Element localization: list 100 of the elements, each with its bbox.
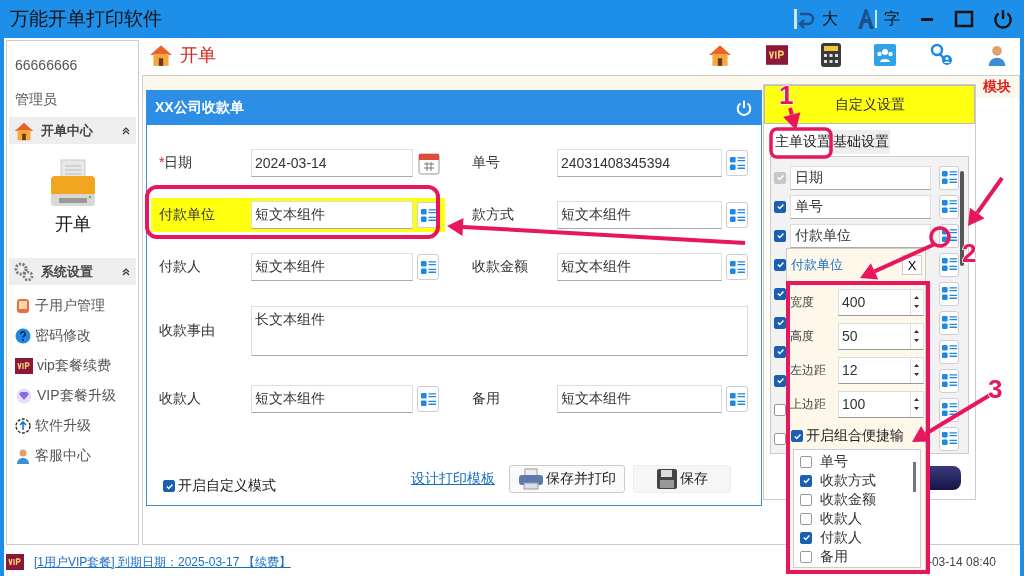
number-field[interactable]: 100 xyxy=(838,390,924,418)
list-icon xyxy=(940,227,958,244)
options-button[interactable] xyxy=(726,386,748,412)
options-button[interactable] xyxy=(939,281,959,306)
checkbox[interactable] xyxy=(800,474,812,487)
checkbox[interactable] xyxy=(163,480,175,492)
options-button[interactable] xyxy=(939,165,959,190)
number-field[interactable]: 12 xyxy=(838,356,924,384)
option-label: 收款人 xyxy=(820,509,862,528)
checkbox[interactable] xyxy=(774,374,786,387)
calculator-icon[interactable] xyxy=(821,43,841,67)
window-title: 万能开单打印软件 xyxy=(10,7,163,31)
text-field[interactable]: 短文本组件 xyxy=(557,253,722,281)
scrollbar[interactable] xyxy=(913,462,916,492)
section-header[interactable]: 系统设置 xyxy=(9,258,136,285)
field-label: 高度 xyxy=(790,327,815,345)
close-button[interactable]: X xyxy=(902,255,922,275)
options-button[interactable] xyxy=(939,194,959,219)
collapse-icon[interactable] xyxy=(122,267,130,276)
checkbox[interactable] xyxy=(800,455,812,468)
text-field[interactable]: 2024-03-14 xyxy=(251,149,413,177)
vip-icon[interactable] xyxy=(766,45,788,65)
checkbox[interactable] xyxy=(800,531,812,544)
checkbox[interactable] xyxy=(800,550,812,563)
field-label: 宽度 xyxy=(790,293,815,311)
text-field[interactable]: 短文本组件 xyxy=(557,385,722,413)
menu-item[interactable]: VIP套餐升级 xyxy=(15,381,138,411)
options-button[interactable] xyxy=(417,254,439,280)
field-name[interactable]: 单号 xyxy=(790,194,931,219)
options-button[interactable] xyxy=(726,150,748,176)
annotation-arrow xyxy=(783,107,801,130)
support-icon xyxy=(15,448,31,464)
user-role: 管理员 xyxy=(14,90,58,109)
group-icon[interactable] xyxy=(874,44,896,66)
checkbox[interactable] xyxy=(774,345,786,358)
list-icon xyxy=(728,154,746,172)
options-button[interactable] xyxy=(939,368,959,393)
checkbox-label: 开启自定义模式 xyxy=(178,477,276,495)
font-icon xyxy=(856,7,880,31)
vip-icon xyxy=(6,554,24,570)
checkbox[interactable] xyxy=(774,258,786,271)
section-header[interactable]: 开单中心 xyxy=(9,117,136,144)
text-area[interactable]: 长文本组件 xyxy=(251,306,748,356)
options-button[interactable] xyxy=(417,202,439,228)
checkbox[interactable] xyxy=(774,432,786,445)
page-title: 开单 xyxy=(180,44,217,67)
text-field[interactable]: 短文本组件 xyxy=(251,253,413,281)
checkbox[interactable] xyxy=(791,430,803,442)
options-button[interactable] xyxy=(939,339,959,364)
collapse-icon[interactable] xyxy=(122,126,130,135)
design-template-link[interactable]: 设计打印模板 xyxy=(411,470,495,488)
number-field[interactable]: 400 xyxy=(838,288,924,316)
options-button[interactable] xyxy=(726,254,748,280)
tab[interactable]: 基础设置 xyxy=(832,130,890,154)
checkbox[interactable] xyxy=(774,316,786,329)
list-icon xyxy=(728,390,746,408)
options-button[interactable] xyxy=(417,386,439,412)
options-button[interactable] xyxy=(939,310,959,335)
option-label: 备用 xyxy=(820,547,848,566)
option-label: 收款金额 xyxy=(820,490,876,509)
checkbox[interactable] xyxy=(800,493,812,506)
menu-item[interactable]: 密码修改 xyxy=(15,321,138,351)
number-field[interactable]: 50 xyxy=(838,322,924,350)
calendar-icon[interactable] xyxy=(418,151,440,175)
dialog-title: XX公司收款单 xyxy=(155,99,244,117)
list-icon xyxy=(940,372,958,389)
save-button[interactable]: 保存 xyxy=(633,465,731,493)
checkbox[interactable] xyxy=(800,512,812,525)
field-name[interactable]: 付款单位 xyxy=(790,223,931,248)
menu-item[interactable]: 客服中心 xyxy=(15,441,138,471)
highlight-frame xyxy=(929,226,951,248)
field-label: 上边距 xyxy=(790,395,827,413)
support-icon[interactable] xyxy=(986,44,1008,66)
text-field[interactable]: 短文本组件 xyxy=(557,201,722,229)
list-icon xyxy=(940,430,958,447)
text-field[interactable]: 短文本组件 xyxy=(251,385,413,413)
list-icon xyxy=(940,285,958,302)
power-icon[interactable] xyxy=(992,8,1014,30)
power-icon[interactable] xyxy=(735,99,753,117)
toolbar-button[interactable]: 大 xyxy=(792,7,838,31)
upgrade-icon xyxy=(15,418,31,434)
checkbox[interactable] xyxy=(774,403,786,416)
module-label[interactable]: 模块 xyxy=(983,78,1011,96)
menu-item[interactable]: 软件升级 xyxy=(15,411,138,441)
text-field[interactable]: 24031408345394 xyxy=(557,149,722,177)
checkbox[interactable] xyxy=(774,287,786,300)
scrollbar[interactable] xyxy=(960,171,964,266)
text-field[interactable]: 短文本组件 xyxy=(251,201,413,229)
menu-item[interactable]: vip套餐续费 xyxy=(15,351,138,381)
save-print-button[interactable]: 保存并打印 xyxy=(509,465,625,493)
maximize-icon[interactable] xyxy=(954,10,974,28)
option-label: 单号 xyxy=(820,452,848,471)
tile-label[interactable]: 开单 xyxy=(54,212,91,236)
options-button[interactable] xyxy=(726,202,748,228)
options-button[interactable] xyxy=(939,426,959,451)
checkbox[interactable] xyxy=(774,200,786,213)
menu-item[interactable]: 子用户管理 xyxy=(15,291,138,321)
options-button[interactable] xyxy=(939,252,959,277)
toolbar-button[interactable]: 字 xyxy=(856,7,900,31)
checkbox[interactable] xyxy=(774,229,786,242)
